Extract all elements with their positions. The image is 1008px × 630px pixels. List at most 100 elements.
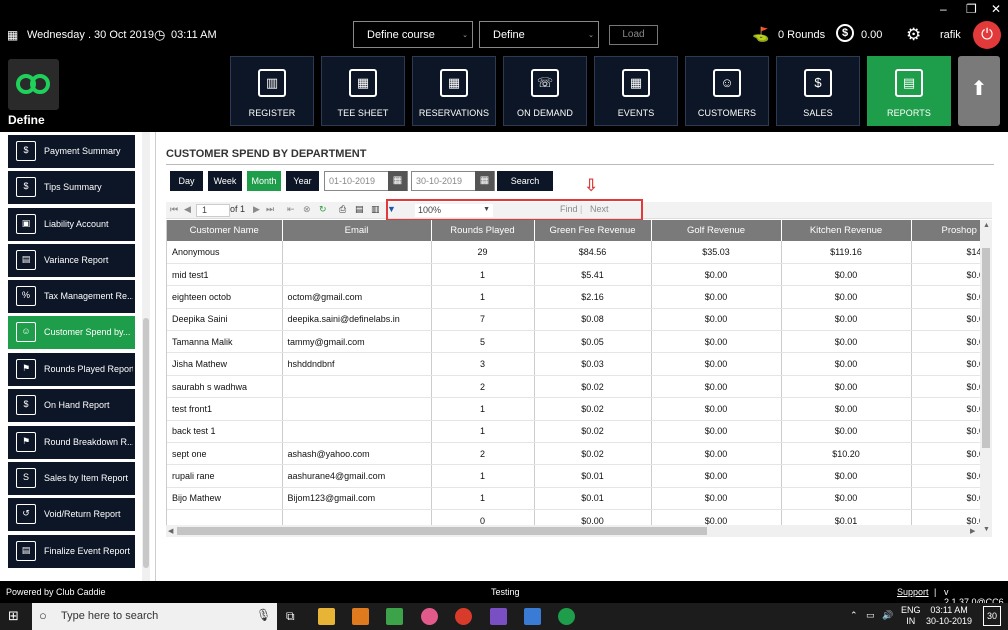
load-button[interactable]: Load — [609, 25, 658, 45]
course-select[interactable]: Define course ⌄ — [353, 21, 473, 48]
stop-icon[interactable]: ⊗ — [303, 204, 311, 215]
table-row[interactable]: Tamanna Malik tammy@gmail.com 5 $0.05 $0.00 $… — [167, 330, 992, 354]
table-cell: 2 — [431, 442, 535, 466]
period-year-button[interactable]: Year — [286, 171, 319, 191]
table-row[interactable]: Jisha Mathew hshddndbnf 3 $0.03 $0.00 $0.00 $0… — [167, 352, 992, 376]
table-row[interactable]: Bijo Mathew Bijom123@gmail.com 1 $0.01 $0.00… — [167, 487, 992, 511]
table-header-row: Customer Name Email Rounds Played Green … — [167, 220, 992, 241]
table-row[interactable]: back test 1 1 $0.02 $0.00 $0.00 $0.0 — [167, 420, 992, 444]
calendar-icon[interactable]: ▦ — [475, 171, 494, 191]
windows-start-icon[interactable]: ⊞ — [8, 608, 19, 624]
calendar-icon[interactable]: ▦ — [388, 171, 407, 191]
column-header[interactable]: Rounds Played — [431, 220, 535, 241]
nav-reports[interactable]: ▤ REPORTS — [867, 56, 951, 126]
restore-button[interactable]: ❐ — [966, 2, 977, 16]
nav-sales[interactable]: $ SALES — [776, 56, 860, 126]
nav-register[interactable]: ▥ REGISTER — [230, 56, 314, 126]
table-row[interactable]: sept one ashash@yahoo.com 2 $0.02 $0.00 $10.2… — [167, 442, 992, 466]
back-icon[interactable]: ⇤ — [287, 204, 295, 215]
sidebar-item-variance-report[interactable]: ▤ Variance Report — [8, 244, 135, 277]
file-explorer-icon[interactable] — [318, 608, 335, 625]
nav-reservations[interactable]: ▦ RESERVATIONS — [412, 56, 496, 126]
language-indicator[interactable]: ENG IN — [901, 605, 921, 627]
period-day-button[interactable]: Day — [170, 171, 203, 191]
scroll-up-icon[interactable]: ▲ — [983, 222, 990, 229]
page-number-input[interactable]: 1 — [196, 204, 230, 217]
slack-icon[interactable] — [421, 608, 438, 625]
scrollbar-thumb[interactable] — [982, 248, 990, 448]
period-month-button[interactable]: Month — [247, 171, 281, 191]
chrome-icon[interactable] — [455, 608, 472, 625]
define-select[interactable]: Define ⌄ — [479, 21, 599, 48]
last-page-icon[interactable]: ⏭ — [266, 204, 274, 215]
print-layout-icon[interactable]: ▤ — [355, 204, 364, 215]
table-cell: rupali rane — [167, 464, 283, 488]
scrollbar-thumb[interactable] — [143, 318, 149, 568]
task-view-icon[interactable]: ⧉ — [286, 609, 295, 624]
nav-events[interactable]: ▦ EVENTS — [594, 56, 678, 126]
next-page-icon[interactable]: ▶ — [253, 204, 260, 215]
sidebar-item-sales-by-item[interactable]: S Sales by Item Report — [8, 462, 135, 495]
sidebar-item-label: Tax Management Re... — [44, 291, 133, 301]
chevron-up-icon[interactable]: ⌃ — [850, 610, 858, 621]
column-header[interactable]: Customer Name — [167, 220, 283, 241]
sidebar-item-customer-spend[interactable]: ☺ Customer Spend by... — [8, 316, 135, 349]
sidebar-item-void-return[interactable]: ↺ Void/Return Report — [8, 498, 135, 531]
search-button[interactable]: Search — [497, 171, 553, 191]
notification-center[interactable]: 30 — [983, 606, 1001, 626]
table-cell — [282, 375, 432, 399]
sidebar-item-tips-summary[interactable]: $ Tips Summary — [8, 171, 135, 204]
grid-horizontal-scrollbar[interactable]: ◀ ▶ — [166, 525, 980, 537]
nav-on-demand[interactable]: ☏ ON DEMAND — [503, 56, 587, 126]
column-header[interactable]: Kitchen Revenue — [781, 220, 912, 241]
sidebar-scrollbar[interactable] — [142, 132, 150, 581]
sidebar-item-tax-management[interactable]: % Tax Management Re... — [8, 280, 135, 313]
sidebar-item-liability-account[interactable]: ▣ Liability Account — [8, 208, 135, 241]
period-week-button[interactable]: Week — [208, 171, 242, 191]
table-row[interactable]: Deepika Saini deepika.saini@definelabs.in… — [167, 308, 992, 332]
minimize-button[interactable]: – — [940, 2, 947, 16]
app-icon[interactable] — [386, 608, 403, 625]
sidebar-item-round-breakdown[interactable]: ⚑ Round Breakdown R... — [8, 426, 135, 459]
sidebar-item-payment-summary[interactable]: $ Payment Summary — [8, 135, 135, 168]
system-clock[interactable]: 03:11 AM 30-10-2019 — [926, 605, 972, 627]
column-header[interactable]: Green Fee Revenue — [534, 220, 652, 241]
nav-customers[interactable]: ☺ CUSTOMERS — [685, 56, 769, 126]
visual-studio-icon[interactable] — [490, 608, 507, 625]
scrollbar-thumb[interactable] — [177, 527, 707, 535]
scroll-left-icon[interactable]: ◀ — [168, 527, 173, 535]
page-setup-icon[interactable]: ▥ — [371, 204, 380, 215]
app-icon[interactable] — [524, 608, 541, 625]
power-icon[interactable]: ⏻ — [973, 21, 1001, 49]
table-row[interactable]: test front1 1 $0.02 $0.00 $0.00 $0.0 — [167, 397, 992, 421]
club-caddie-icon[interactable] — [558, 608, 575, 625]
table-row[interactable]: eighteen octob octom@gmail.com 1 $2.16 $0.00… — [167, 285, 992, 309]
sidebar-item-on-hand[interactable]: $ On Hand Report — [8, 389, 135, 422]
nav-tee-sheet[interactable]: ▦ TEE SHEET — [321, 56, 405, 126]
grid-vertical-scrollbar[interactable]: ▲ ▼ — [980, 220, 992, 537]
microphone-icon[interactable]: 🎙 — [256, 608, 271, 622]
table-row[interactable]: saurabh s wadhwa 2 $0.02 $0.00 $0.00 $0.0 — [167, 375, 992, 399]
print-icon[interactable]: ⎙ — [339, 204, 346, 215]
support-link[interactable]: Support — [897, 587, 929, 597]
close-button[interactable]: ✕ — [991, 2, 1001, 16]
table-row[interactable]: rupali rane aashurane4@gmail.com 1 $0.01 $0.… — [167, 464, 992, 488]
first-page-icon[interactable]: ⏮ — [170, 204, 178, 215]
refresh-icon[interactable]: ↻ — [319, 204, 327, 215]
table-row[interactable]: mid test1 1 $5.41 $0.00 $0.00 $0.0 — [167, 263, 992, 287]
network-icon[interactable]: ▭ — [866, 610, 875, 621]
gear-icon[interactable]: ⚙ — [906, 25, 921, 45]
taskbar-search[interactable]: ○ Type here to search 🎙 — [32, 603, 277, 630]
sidebar-item-finalize-event[interactable]: ▤ Finalize Event Report — [8, 535, 135, 568]
volume-icon[interactable]: 🔊 — [882, 610, 893, 621]
table-row[interactable]: Anonymous 29 $84.56 $35.03 $119.16 $14. — [167, 241, 992, 264]
column-header[interactable]: Email — [282, 220, 432, 241]
scroll-right-icon[interactable]: ▶ — [970, 527, 975, 535]
sublime-text-icon[interactable] — [352, 608, 369, 625]
scroll-up-button[interactable]: ⬆ — [958, 56, 1000, 126]
column-header[interactable]: Golf Revenue — [651, 220, 782, 241]
scroll-down-icon[interactable]: ▼ — [983, 526, 990, 533]
prev-page-icon[interactable]: ◀ — [184, 204, 191, 215]
sidebar-item-rounds-played[interactable]: ⚑ Rounds Played Report — [8, 353, 135, 386]
people-icon: ☺ — [16, 322, 36, 342]
